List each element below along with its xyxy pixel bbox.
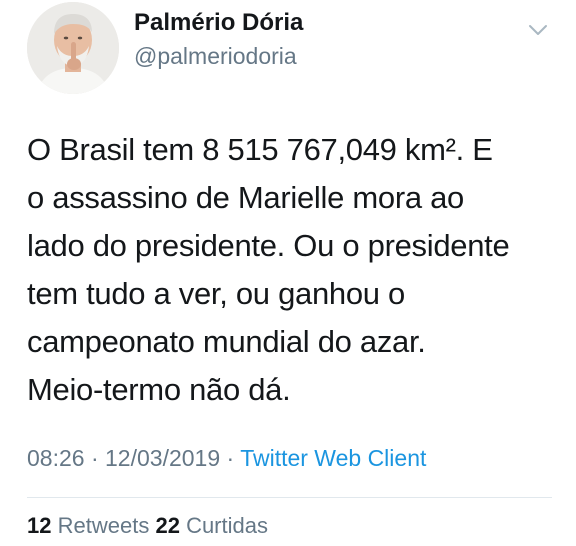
tweet-text-line: Meio-termo não dá. bbox=[27, 372, 291, 407]
meta-separator: · bbox=[226, 445, 235, 471]
author-handle[interactable]: @palmeriodoria bbox=[134, 43, 297, 70]
likes-count: 22 bbox=[155, 513, 180, 538]
avatar[interactable] bbox=[27, 2, 119, 94]
tweet-stats: 12 Retweets 22 Curtidas bbox=[27, 513, 268, 539]
retweets-count: 12 bbox=[27, 513, 52, 538]
author-name[interactable]: Palmério Dória bbox=[134, 9, 303, 37]
tweet-meta: 08:26 · 12/03/2019 · Twitter Web Client bbox=[27, 445, 426, 472]
retweets-label: Retweets bbox=[57, 513, 150, 538]
tweet-source-link[interactable]: Twitter Web Client bbox=[240, 445, 426, 471]
tweet-date[interactable]: 12/03/2019 bbox=[105, 445, 220, 471]
tweet-text-line: lado do presidente. Ou o presidente bbox=[27, 228, 510, 263]
tweet-text-line: o assassino de Marielle mora ao bbox=[27, 180, 464, 215]
tweet-card: Palmério Dória @palmeriodoria O Brasil t… bbox=[0, 0, 576, 546]
likes-stat[interactable]: 22 Curtidas bbox=[155, 513, 268, 538]
divider bbox=[27, 497, 552, 498]
chevron-down-icon[interactable] bbox=[527, 22, 549, 38]
meta-separator: · bbox=[90, 445, 99, 471]
tweet-text-line: O Brasil tem 8 515 767,049 km². E bbox=[27, 132, 493, 167]
tweet-text: O Brasil tem 8 515 767,049 km². E o assa… bbox=[27, 126, 562, 414]
retweets-stat[interactable]: 12 Retweets bbox=[27, 513, 155, 538]
likes-label: Curtidas bbox=[186, 513, 268, 538]
tweet-text-line: tem tudo a ver, ou ganhou o bbox=[27, 276, 405, 311]
tweet-time[interactable]: 08:26 bbox=[27, 445, 85, 471]
avatar-photo bbox=[27, 2, 119, 94]
tweet-text-line: campeonato mundial do azar. bbox=[27, 324, 426, 359]
